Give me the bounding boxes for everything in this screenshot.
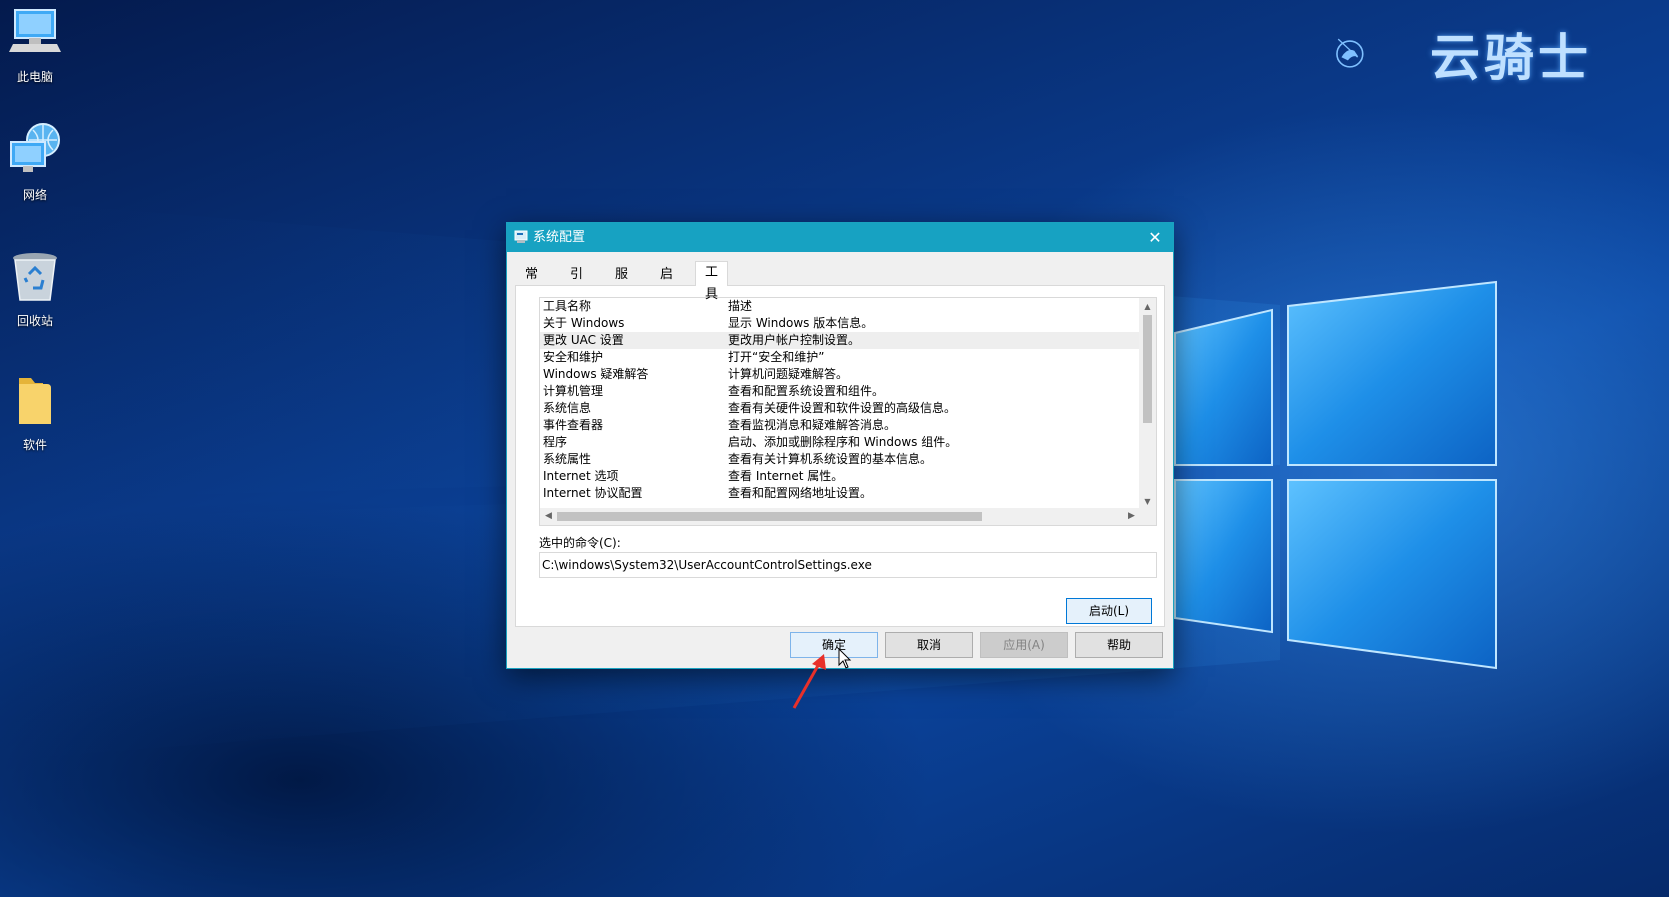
tab-boot[interactable]: 引导 — [560, 263, 593, 304]
tool-name: 系统属性 — [543, 452, 592, 466]
list-item[interactable]: 程序 启动、添加或删除程序和 Windows 组件。 — [540, 434, 1140, 451]
list-item[interactable]: 关于 Windows 显示 Windows 版本信息。 — [540, 315, 1140, 332]
dialog-title: 系统配置 — [533, 230, 586, 245]
tool-description: 查看有关计算机系统设置的基本信息。 — [728, 452, 933, 466]
desktop-icon-recycle-bin[interactable]: 回收站 — [0, 248, 70, 329]
scroll-right-arrow-icon[interactable]: ▶ — [1123, 508, 1140, 525]
computer-icon — [9, 9, 61, 52]
tool-description: 查看和配置网络地址设置。 — [728, 486, 873, 500]
tool-description: 查看和配置系统设置和组件。 — [728, 384, 885, 398]
watermark-text: 云骑士 — [1430, 29, 1592, 87]
column-header-tool-name[interactable]: 工具名称 — [543, 298, 591, 315]
cancel-button[interactable]: 取消 — [885, 632, 973, 658]
close-icon[interactable]: ✕ — [1137, 223, 1173, 252]
selected-command-label: 选中的命令(C): — [539, 536, 621, 550]
tool-name: 安全和维护 — [543, 350, 604, 364]
selected-command-field[interactable]: C:\windows\System32\UserAccountControlSe… — [539, 552, 1157, 578]
desktop-icon-network[interactable]: 网络 — [0, 122, 70, 203]
desktop-icon-label: 网络 — [22, 188, 47, 202]
desktop-icon-software-folder[interactable]: 软件 — [0, 372, 70, 453]
help-button[interactable]: 帮助 — [1075, 632, 1163, 658]
list-item[interactable]: Internet 选项 查看 Internet 属性。 — [540, 468, 1140, 485]
tool-name: 程序 — [543, 435, 568, 449]
vertical-scrollbar[interactable]: ▲ ▼ — [1139, 298, 1156, 510]
tool-description: 计算机问题疑难解答。 — [728, 367, 849, 381]
tool-name: Windows 疑难解答 — [543, 367, 649, 381]
tool-description: 查看 Internet 属性。 — [728, 469, 844, 483]
scroll-up-arrow-icon[interactable]: ▲ — [1139, 298, 1156, 315]
list-item[interactable]: 事件查看器 查看监视消息和疑难解答消息。 — [540, 417, 1140, 434]
horizontal-scroll-thumb[interactable] — [557, 512, 982, 521]
tool-description: 显示 Windows 版本信息。 — [728, 316, 874, 330]
folder-icon — [19, 378, 51, 424]
launch-button[interactable]: 启动(L) — [1066, 598, 1152, 624]
annotation-arrow-icon — [792, 654, 826, 709]
tab-startup[interactable]: 启动 — [650, 263, 683, 304]
tab-general[interactable]: 常规 — [515, 263, 548, 304]
desktop-icon-label: 软件 — [22, 438, 47, 452]
system-config-dialog: 系统配置 ✕ 常规 引导 服务 启动 工具 工具名称 描述 关于 Windows… — [506, 222, 1174, 669]
scrollbar-corner — [1139, 508, 1156, 525]
tool-description: 启动、添加或删除程序和 Windows 组件。 — [728, 435, 958, 449]
tool-name: 计算机管理 — [543, 384, 604, 398]
mouse-cursor-icon — [838, 648, 852, 669]
recycle-bin-icon — [13, 253, 57, 301]
knight-logo-icon — [1336, 38, 1364, 68]
desktop-icon-label: 此电脑 — [16, 70, 53, 84]
horizontal-scrollbar[interactable]: ◀ ▶ — [540, 508, 1140, 525]
tool-description: 查看有关硬件设置和软件设置的高级信息。 — [728, 401, 957, 415]
tools-tab-page: 工具名称 描述 关于 Windows 显示 Windows 版本信息。 更改 U… — [515, 285, 1165, 627]
tool-name: Internet 协议配置 — [543, 486, 643, 500]
scroll-left-arrow-icon[interactable]: ◀ — [540, 508, 557, 525]
msconfig-app-icon — [514, 230, 528, 243]
list-item[interactable]: 计算机管理 查看和配置系统设置和组件。 — [540, 383, 1140, 400]
column-header-description[interactable]: 描述 — [728, 298, 752, 315]
list-item-selected[interactable]: 更改 UAC 设置 更改用户帐户控制设置。 — [540, 332, 1140, 349]
tool-name: 更改 UAC 设置 — [543, 333, 624, 347]
tool-description: 更改用户帐户控制设置。 — [728, 333, 861, 347]
tab-services[interactable]: 服务 — [605, 263, 638, 304]
tool-description: 打开“安全和维护” — [728, 350, 825, 364]
list-item[interactable]: Internet 协议配置 查看和配置网络地址设置。 — [540, 485, 1140, 502]
list-item[interactable]: 安全和维护 打开“安全和维护” — [540, 349, 1140, 366]
tab-tools[interactable]: 工具 — [695, 261, 729, 302]
network-globe-icon — [10, 123, 60, 172]
dialog-titlebar[interactable]: 系统配置 ✕ — [507, 223, 1173, 252]
tool-name: Internet 选项 — [543, 469, 619, 483]
tool-description: 查看监视消息和疑难解答消息。 — [728, 418, 897, 432]
desktop-icon-label: 回收站 — [16, 314, 53, 328]
list-item[interactable]: 系统属性 查看有关计算机系统设置的基本信息。 — [540, 451, 1140, 468]
list-item[interactable]: Windows 疑难解答 计算机问题疑难解答。 — [540, 366, 1140, 383]
list-header: 工具名称 描述 — [540, 298, 1140, 315]
tool-name: 关于 Windows — [543, 316, 625, 330]
tools-list[interactable]: 工具名称 描述 关于 Windows 显示 Windows 版本信息。 更改 U… — [539, 297, 1157, 526]
tool-name: 系统信息 — [543, 401, 592, 415]
list-item[interactable]: 系统信息 查看有关硬件设置和软件设置的高级信息。 — [540, 400, 1140, 417]
desktop-icon-this-pc[interactable]: 此电脑 — [0, 4, 70, 85]
vertical-scroll-thumb[interactable] — [1143, 315, 1152, 423]
tool-name: 事件查看器 — [543, 418, 604, 432]
apply-button[interactable]: 应用(A) — [980, 632, 1068, 658]
